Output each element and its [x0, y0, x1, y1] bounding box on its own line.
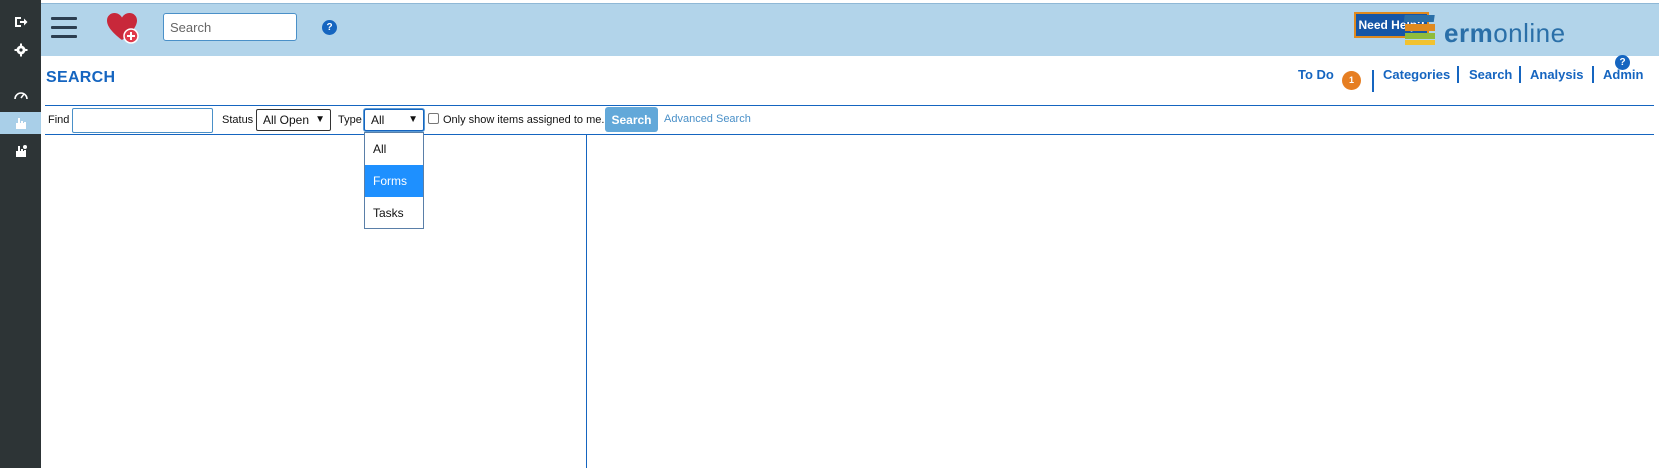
type-dropdown-list: All Forms Tasks — [364, 132, 424, 229]
status-selected-value: All Open — [263, 113, 310, 127]
hand-pointer-icon[interactable] — [0, 112, 41, 134]
advanced-search-link[interactable]: Advanced Search — [664, 113, 751, 125]
type-selected-value: All — [371, 113, 385, 127]
status-select[interactable]: All Open ▼ — [256, 109, 331, 131]
find-label: Find — [48, 114, 70, 126]
nav-analysis[interactable]: Analysis — [1530, 67, 1583, 82]
hamburger-menu-icon[interactable] — [51, 17, 77, 39]
type-option-all[interactable]: All — [365, 133, 423, 165]
top-bar: ? Need Help? ermonline — [41, 3, 1659, 56]
ermonline-logo-icon — [1403, 15, 1435, 45]
nav-separator — [1372, 70, 1374, 92]
chevron-down-icon: ▼ — [315, 114, 325, 125]
left-rail — [0, 0, 41, 468]
nav-separator — [1457, 66, 1459, 83]
ermonline-logo-text: ermonline — [1444, 18, 1566, 48]
nav-admin[interactable]: Admin — [1603, 67, 1643, 82]
logout-icon[interactable] — [0, 11, 41, 33]
assigned-to-me-checkbox[interactable] — [428, 113, 439, 124]
find-input[interactable] — [72, 108, 213, 133]
nav-todo[interactable]: To Do — [1298, 67, 1334, 82]
pane-splitter[interactable] — [586, 135, 587, 468]
search-button[interactable]: Search — [605, 107, 658, 132]
page-title: SEARCH — [46, 69, 116, 86]
nav-separator — [1592, 66, 1594, 83]
chevron-down-icon: ▼ — [408, 114, 418, 125]
help-icon[interactable]: ? — [322, 20, 337, 35]
filter-divider — [45, 134, 1654, 135]
assigned-to-me-label: Only show items assigned to me. — [443, 114, 605, 126]
gear-icon[interactable] — [0, 39, 41, 61]
type-label: Type — [338, 114, 362, 126]
todo-count-badge: 1 — [1342, 71, 1361, 90]
type-option-forms[interactable]: Forms — [365, 165, 423, 197]
status-label: Status — [222, 114, 254, 126]
type-select[interactable]: All ▼ — [364, 109, 424, 131]
hand-pointer-alt-icon[interactable] — [0, 140, 41, 162]
nav-categories[interactable]: Categories — [1383, 67, 1450, 82]
header-divider — [45, 105, 1654, 106]
type-option-tasks[interactable]: Tasks — [365, 197, 423, 229]
nav-search[interactable]: Search — [1469, 67, 1512, 82]
heart-plus-icon[interactable] — [104, 10, 140, 46]
global-search-input[interactable] — [163, 13, 297, 41]
dashboard-icon[interactable] — [0, 84, 41, 106]
nav-separator — [1519, 66, 1521, 83]
